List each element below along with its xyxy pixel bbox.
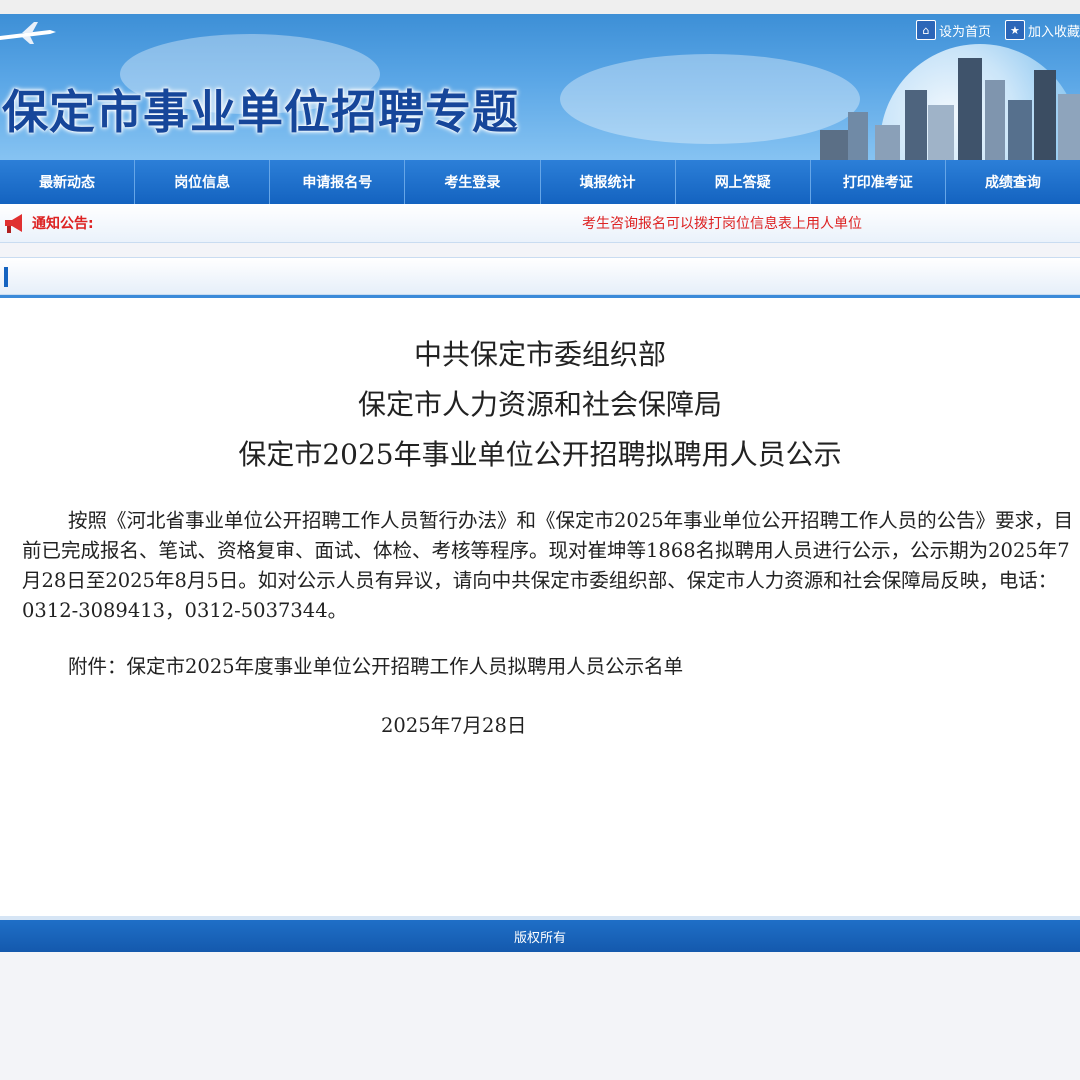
footer: 版权所有 xyxy=(0,920,1080,952)
notice-marquee-text[interactable]: 考生咨询报名可以拨打岗位信息表上用人单位 xyxy=(582,213,888,233)
airplane-icon xyxy=(0,22,56,44)
publish-date: 2025年7月28日 xyxy=(381,714,527,737)
section-bar xyxy=(0,257,1080,295)
megaphone-icon xyxy=(5,214,22,233)
home-icon: ⌂ xyxy=(915,20,936,40)
article-body: 按照《河北省事业单位公开招聘工作人员暂行办法》和《保定市2025年事业单位公开招… xyxy=(22,509,1074,622)
star-icon: ★ xyxy=(1004,20,1025,40)
site-banner: ⌂ 设为首页 ★ 加入收藏 保定市事业单位招聘专题 xyxy=(0,14,1080,160)
attachment-link[interactable]: 附件：保定市2025年度事业单位公开招聘工作人员拟聘用人员公示名单 xyxy=(68,650,1080,679)
add-favorite-link[interactable]: ★ 加入收藏 xyxy=(1004,20,1080,40)
heading-line-title: 保定市2025年事业单位公开招聘拟聘用人员公示 xyxy=(238,438,842,471)
city-skyline-image xyxy=(820,58,1080,160)
nav-apply-number[interactable]: 申请报名号 xyxy=(270,160,406,204)
nav-candidate-login[interactable]: 考生登录 xyxy=(405,160,541,204)
set-homepage-link[interactable]: ⌂ 设为首页 xyxy=(915,20,991,40)
top-strip xyxy=(0,0,1080,14)
copyright-text: 版权所有 xyxy=(513,930,566,946)
article-heading: 中共保定市委组织部 保定市人力资源和社会保障局 保定市2025年事业单位公开招聘… xyxy=(0,330,1080,480)
nav-print-admission[interactable]: 打印准考证 xyxy=(811,160,946,204)
heading-line-bureau: 保定市人力资源和社会保障局 xyxy=(357,388,722,421)
set-homepage-label: 设为首页 xyxy=(938,24,991,40)
notice-bar: 通知公告: 考生咨询报名可以拨打岗位信息表上用人单位 xyxy=(0,204,1080,243)
cloud-decoration xyxy=(560,54,860,144)
top-links: ⌂ 设为首页 ★ 加入收藏 xyxy=(915,20,1080,40)
nav-registration-stats[interactable]: 填报统计 xyxy=(541,160,676,204)
section-marker xyxy=(4,267,8,287)
heading-line-organization: 中共保定市委组织部 xyxy=(413,338,666,371)
add-favorite-label: 加入收藏 xyxy=(1027,24,1080,40)
nav-latest-news[interactable]: 最新动态 xyxy=(0,160,136,204)
nav-score-query[interactable]: 成绩查询 xyxy=(946,160,1080,204)
notice-label: 通知公告: xyxy=(32,216,94,232)
main-nav: 最新动态 岗位信息 申请报名号 考生登录 填报统计 网上答疑 打印准考证 成绩查… xyxy=(0,160,1080,204)
article-content: 中共保定市委组织部 保定市人力资源和社会保障局 保定市2025年事业单位公开招聘… xyxy=(0,295,1080,916)
nav-job-info[interactable]: 岗位信息 xyxy=(135,160,271,204)
nav-online-qa[interactable]: 网上答疑 xyxy=(676,160,811,204)
site-title: 保定市事业单位招聘专题 xyxy=(2,85,519,139)
